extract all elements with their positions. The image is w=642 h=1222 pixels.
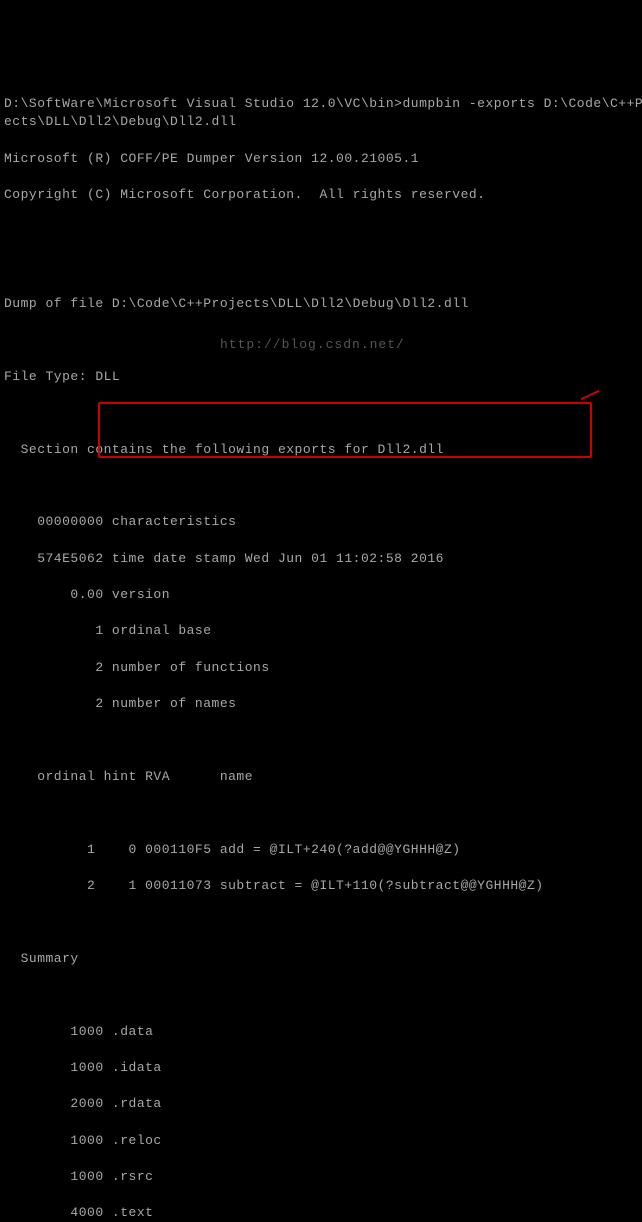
summary-rdata: 2000 .rdata bbox=[4, 1095, 638, 1113]
dumper-version: Microsoft (R) COFF/PE Dumper Version 12.… bbox=[4, 150, 638, 168]
summary-reloc: 1000 .reloc bbox=[4, 1132, 638, 1150]
blank bbox=[4, 404, 638, 422]
characteristics: 00000000 characteristics bbox=[4, 513, 638, 531]
timestamp: 574E5062 time date stamp Wed Jun 01 11:0… bbox=[4, 550, 638, 568]
ordinal-base: 1 ordinal base bbox=[4, 622, 638, 640]
export-entry-2: 2 1 00011073 subtract = @ILT+110(?subtra… bbox=[4, 877, 638, 895]
file-type: File Type: DLL bbox=[4, 368, 638, 386]
blank bbox=[4, 259, 638, 277]
num-names: 2 number of names bbox=[4, 695, 638, 713]
terminal-output: D:\SoftWare\Microsoft Visual Studio 12.0… bbox=[4, 77, 638, 1222]
summary-data: 1000 .data bbox=[4, 1023, 638, 1041]
blank bbox=[4, 913, 638, 931]
table-header: ordinal hint RVA name bbox=[4, 768, 638, 786]
blank bbox=[4, 222, 638, 240]
blank bbox=[4, 732, 638, 750]
blank bbox=[4, 477, 638, 495]
command-prompt: D:\SoftWare\Microsoft Visual Studio 12.0… bbox=[4, 95, 638, 131]
num-functions: 2 number of functions bbox=[4, 659, 638, 677]
summary-rsrc: 1000 .rsrc bbox=[4, 1168, 638, 1186]
summary-text: 4000 .text bbox=[4, 1204, 638, 1222]
summary-label: Summary bbox=[4, 950, 638, 968]
summary-idata: 1000 .idata bbox=[4, 1059, 638, 1077]
copyright: Copyright (C) Microsoft Corporation. All… bbox=[4, 186, 638, 204]
section-header: Section contains the following exports f… bbox=[4, 441, 638, 459]
blank bbox=[4, 804, 638, 822]
blank bbox=[4, 986, 638, 1004]
export-entry-1: 1 0 000110F5 add = @ILT+240(?add@@YGHHH@… bbox=[4, 841, 638, 859]
version: 0.00 version bbox=[4, 586, 638, 604]
watermark-text: http://blog.csdn.net/ bbox=[220, 336, 405, 354]
dump-of-file: Dump of file D:\Code\C++Projects\DLL\Dll… bbox=[4, 295, 638, 313]
